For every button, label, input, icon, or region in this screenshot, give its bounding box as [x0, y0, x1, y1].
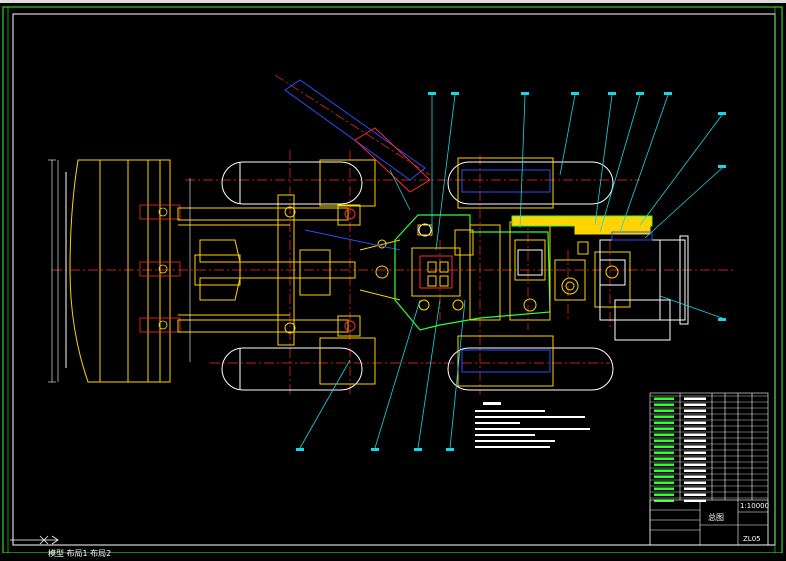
engine-section: [511, 215, 653, 308]
parts-list-index-mark: [654, 475, 674, 478]
dimension-lines: [48, 159, 191, 383]
parts-list-name-mark: [684, 397, 706, 400]
parts-list-index-mark: [654, 421, 674, 424]
parts-list-name-mark: [684, 409, 706, 412]
parts-list-index-mark: [654, 409, 674, 412]
technical-notes: [475, 402, 590, 448]
parts-list-index-mark: [654, 493, 674, 496]
parts-list-index-mark: [654, 397, 674, 400]
parts-list-index-mark: [654, 415, 674, 418]
parts-list-index-mark: [654, 403, 674, 406]
parts-list-index-mark: [654, 487, 674, 490]
scale-line: 1:10000: [740, 502, 769, 510]
parts-list-index-mark: [654, 469, 674, 472]
parts-list-index-mark: [654, 481, 674, 484]
parts-list-name-mark: [684, 445, 706, 448]
parts-list-name-mark: [684, 493, 706, 496]
parts-list-name-mark: [684, 451, 706, 454]
parts-list-name-mark: [684, 427, 706, 430]
parts-list-index-mark: [654, 433, 674, 436]
parts-list-name-mark: [684, 415, 706, 418]
layout-tabs-label[interactable]: 模型 布局1 布局2: [48, 549, 111, 559]
ucs-icon: [10, 535, 59, 545]
parts-list-index-mark: [654, 427, 674, 430]
parts-list-name-mark: [684, 463, 706, 466]
parts-list-index-mark: [654, 463, 674, 466]
parts-list-index-mark: [654, 451, 674, 454]
transmission-assembly: [411, 221, 551, 321]
bucket: [57, 159, 171, 383]
parts-list-name-mark: [684, 481, 706, 484]
centerlines: [52, 74, 735, 395]
parts-list-name-mark: [684, 475, 706, 478]
counterweight: [599, 231, 689, 341]
parts-list-name-mark: [684, 433, 706, 436]
drawing-name: 总图: [708, 512, 724, 522]
parts-list-index-mark: [654, 439, 674, 442]
rear-wheels: [447, 157, 614, 391]
parts-list-rows: [650, 395, 768, 502]
parts-list-name-mark: [684, 457, 706, 460]
parts-list-index-mark: [654, 445, 674, 448]
drawing-code: ZL05: [743, 535, 761, 543]
parts-list-name-mark: [684, 421, 706, 424]
parts-list-name-mark: [684, 469, 706, 472]
cad-drawing-canvas[interactable]: 总图 ZL05 1:10000: [0, 0, 786, 561]
parts-list-name-mark: [684, 487, 706, 490]
parts-list-name-mark: [684, 403, 706, 406]
parts-list-index-mark: [654, 457, 674, 460]
layout-tab-bar: [0, 553, 786, 561]
front-wheels: [221, 159, 376, 391]
parts-list-name-mark: [684, 439, 706, 442]
